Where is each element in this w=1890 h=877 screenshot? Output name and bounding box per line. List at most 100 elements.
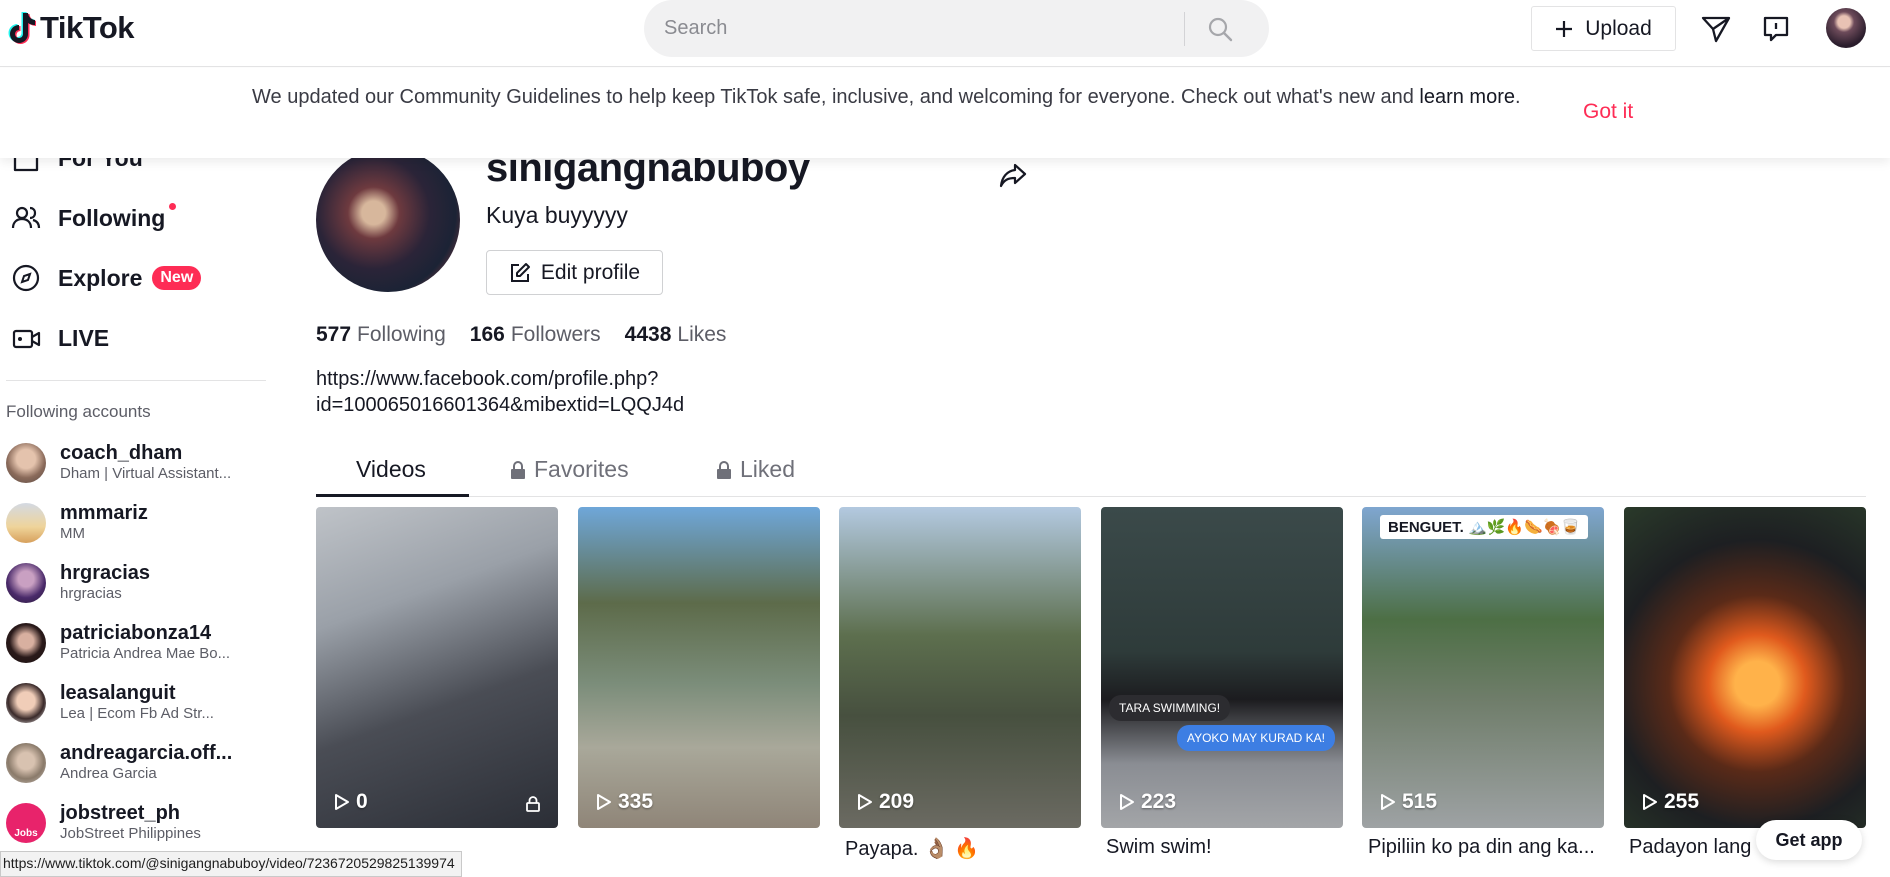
account-name: leasalanguit: [60, 682, 176, 704]
tiktok-note-icon: [8, 12, 36, 44]
video-caption[interactable]: Swim swim!: [1106, 836, 1348, 859]
account-subtitle: MM: [60, 525, 85, 542]
video-caption[interactable]: Pipiliin ko pa din ang ka...: [1368, 836, 1610, 859]
account-subtitle: hrgracias: [60, 585, 122, 602]
play-icon: [1643, 794, 1657, 810]
banner-text: We updated our Community Guidelines to h…: [252, 86, 1420, 108]
video-card[interactable]: 0: [316, 507, 558, 828]
tab-videos[interactable]: Videos: [356, 456, 426, 483]
stat-followers[interactable]: 166 Followers: [470, 323, 601, 347]
logo-text: TikTok: [40, 10, 135, 45]
view-count: 515: [1380, 790, 1437, 814]
avatar: [6, 443, 46, 483]
learn-more-link[interactable]: learn more: [1419, 86, 1515, 108]
user-avatar[interactable]: [1826, 8, 1866, 48]
inbox-button[interactable]: [1757, 10, 1795, 48]
video-card[interactable]: 255: [1624, 507, 1866, 828]
search-button[interactable]: [1185, 0, 1255, 57]
share-button[interactable]: [998, 160, 1028, 195]
bio-line: id=100065016601364&mibextid=LQQJ4d: [316, 394, 685, 416]
edit-profile-button[interactable]: Edit profile: [486, 250, 663, 295]
active-tab-indicator: [316, 494, 469, 497]
banner-message: We updated our Community Guidelines to h…: [252, 84, 1552, 111]
top-header: TikTok Upload: [0, 0, 1890, 67]
lock-icon: [717, 460, 731, 479]
stat-label: Following: [357, 323, 446, 346]
nav-following[interactable]: Following: [10, 202, 188, 234]
notification-dot: [169, 202, 177, 210]
tab-label: Liked: [740, 456, 795, 482]
search-input[interactable]: [644, 0, 1184, 57]
guidelines-banner: We updated our Community Guidelines to h…: [0, 68, 1890, 158]
view-count: 209: [857, 790, 914, 814]
account-item[interactable]: Jobs jobstreet_ph JobStreet Philippines: [6, 802, 201, 844]
got-it-button[interactable]: Got it: [1583, 100, 1633, 124]
nav-explore[interactable]: Explore New: [10, 262, 202, 294]
account-subtitle: Dham | Virtual Assistant...: [60, 465, 232, 482]
video-text-overlay: BENGUET. 🏔️🌿🔥🌭🍖🥃: [1380, 515, 1589, 539]
edit-profile-label: Edit profile: [540, 260, 641, 284]
browser-status-url: https://www.tiktok.com/@sinigangnabuboy/…: [0, 851, 462, 877]
view-count-number: 335: [618, 790, 654, 813]
account-item[interactable]: coach_dham Dham | Virtual Assistant...: [6, 442, 231, 484]
sidebar-divider: [6, 380, 266, 381]
tab-liked[interactable]: Liked: [716, 456, 795, 483]
private-lock-icon: [526, 796, 540, 812]
get-app-button[interactable]: Get app: [1756, 820, 1862, 860]
search-icon: [1208, 17, 1233, 41]
paper-plane-icon: [1701, 16, 1731, 43]
account-name: jobstreet_ph: [60, 802, 181, 824]
view-count: 335: [596, 790, 653, 814]
account-subtitle: JobStreet Philippines: [60, 825, 201, 842]
account-subtitle: Andrea Garcia: [60, 765, 157, 782]
account-item[interactable]: patriciabonza14 Patricia Andrea Mae Bo...: [6, 622, 230, 664]
play-icon: [335, 794, 349, 810]
following-accounts-heading: Following accounts: [6, 402, 151, 421]
stat-following[interactable]: 577 Following: [316, 323, 446, 347]
account-name: andreagarcia.off...: [60, 742, 233, 764]
account-item[interactable]: hrgracias hrgracias: [6, 562, 150, 604]
tab-favorites[interactable]: Favorites: [510, 456, 629, 483]
profile-nickname: Kuya buyyyyy: [486, 202, 628, 228]
profile-avatar[interactable]: [316, 148, 460, 292]
messages-button[interactable]: [1697, 10, 1735, 48]
live-icon: [10, 322, 42, 354]
account-item[interactable]: mmmariz MM: [6, 502, 148, 544]
video-caption[interactable]: Payapa. 👌🏽 🔥: [845, 836, 1087, 861]
stat-number: 166: [469, 323, 505, 346]
tab-label: Videos: [356, 456, 426, 482]
account-name: mmmariz: [60, 502, 148, 524]
avatar: [6, 563, 46, 603]
account-name: coach_dham: [60, 442, 183, 464]
stat-label: Likes: [677, 323, 727, 346]
view-count: 223: [1119, 790, 1176, 814]
nav-label: Explore: [58, 264, 143, 291]
view-count-number: 209: [879, 790, 915, 813]
view-count-number: 255: [1664, 790, 1700, 813]
account-item[interactable]: andreagarcia.off... Andrea Garcia: [6, 742, 232, 784]
lock-icon: [511, 460, 525, 479]
video-text-overlay: TARA SWIMMING!: [1109, 695, 1231, 721]
video-card[interactable]: BENGUET. 🏔️🌿🔥🌭🍖🥃 515: [1362, 507, 1604, 828]
jobstreet-logo: Jobs: [6, 803, 46, 843]
avatar: [6, 683, 46, 723]
nav-live[interactable]: LIVE: [10, 322, 109, 354]
video-caption[interactable]: Padayon lang: [1629, 836, 1759, 859]
account-item[interactable]: leasalanguit Lea | Ecom Fb Ad Str...: [6, 682, 214, 724]
account-name: hrgracias: [60, 562, 151, 584]
stat-number: 4438: [624, 323, 672, 346]
profile-tabs: Videos Favorites Liked: [316, 450, 1866, 497]
tiktok-logo[interactable]: TikTok: [6, 10, 135, 46]
avatar: [6, 623, 46, 663]
video-card[interactable]: TARA SWIMMING! AYOKO MAY KURAD KA! 223: [1101, 507, 1343, 828]
play-icon: [1120, 794, 1134, 810]
profile-bio: https://www.facebook.com/profile.php? id…: [316, 366, 816, 418]
plus-icon: [1556, 20, 1573, 37]
upload-button[interactable]: Upload: [1531, 6, 1676, 51]
video-card[interactable]: 335: [578, 507, 820, 828]
video-card[interactable]: 209: [839, 507, 1081, 828]
stat-label: Followers: [510, 323, 601, 346]
compass-icon: [10, 262, 42, 294]
upload-label: Upload: [1585, 16, 1652, 40]
search-bar: [644, 0, 1269, 57]
